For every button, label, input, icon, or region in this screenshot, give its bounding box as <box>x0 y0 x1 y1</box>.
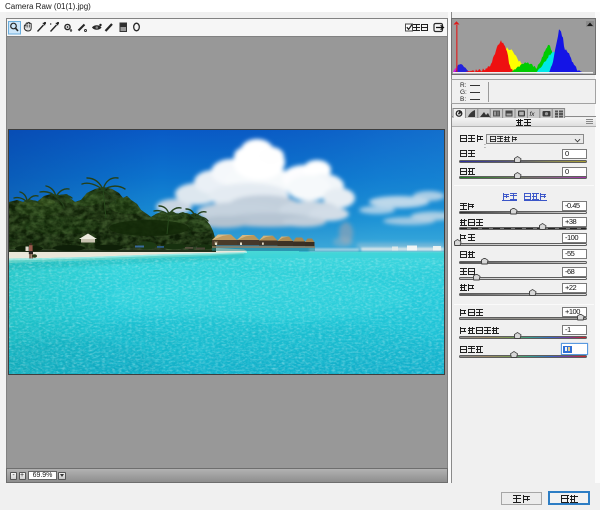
svg-text:fx: fx <box>530 111 536 118</box>
